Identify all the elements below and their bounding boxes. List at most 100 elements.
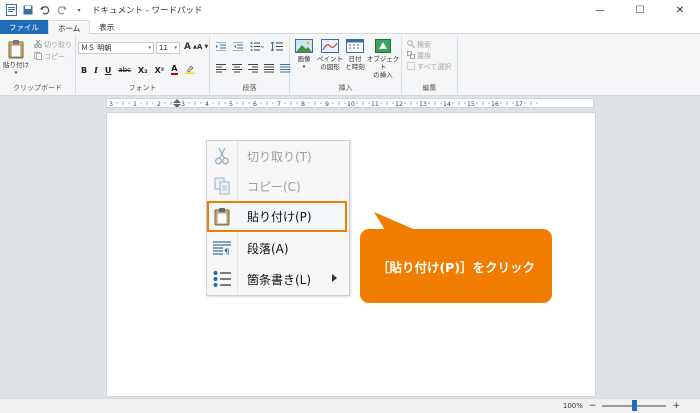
- copy-ribbon-button[interactable]: コピー: [34, 52, 65, 62]
- paint-drawing-button[interactable]: ペイント の図形: [316, 39, 344, 71]
- bold-button[interactable]: B: [81, 66, 87, 75]
- paint-label-1: ペイント: [317, 55, 343, 63]
- ruler-label: 11: [371, 101, 379, 107]
- ruler-label: 13: [419, 101, 427, 107]
- insert-object-button[interactable]: オブジェクト の挿入: [366, 39, 400, 79]
- menu-item-paragraph[interactable]: ¶ 段落(A): [207, 233, 349, 263]
- chevron-down-icon: ▾: [148, 45, 151, 51]
- paste-ribbon-button[interactable]: 貼り付け ▾: [3, 39, 29, 77]
- customize-qa-icon[interactable]: ▾: [72, 3, 86, 17]
- zoom-control: 100% − +: [563, 400, 680, 411]
- zoom-in-button[interactable]: +: [672, 401, 680, 411]
- paste-icon: [8, 39, 24, 61]
- paragraph-row-1: [216, 41, 283, 53]
- paragraph-settings-icon[interactable]: [280, 64, 290, 75]
- close-button[interactable]: ✕: [660, 0, 700, 20]
- copy-label: コピー: [44, 53, 65, 61]
- menu-item-paragraph-label: 段落(A): [247, 241, 289, 256]
- menu-item-copy-label: コピー(C): [247, 179, 301, 194]
- ruler-label: 2: [157, 101, 161, 107]
- grow-font-button[interactable]: A ▲: [184, 42, 197, 52]
- font-color-button[interactable]: A: [171, 64, 178, 75]
- select-all-button[interactable]: すべて選択: [407, 62, 451, 72]
- select-all-icon: [407, 62, 415, 72]
- replace-label: 置換: [417, 52, 431, 60]
- copy-icon: [207, 171, 237, 201]
- window-title: ドキュメント - ワードパッド: [92, 6, 203, 16]
- ruler-ticks: 3 1 2 3 4 5 6 7 8 9 10 11 12 13 14 15 16 17: [109, 99, 538, 107]
- insert-group-label: 挿入: [338, 84, 353, 92]
- replace-button[interactable]: 置換: [407, 51, 431, 61]
- menu-item-paste-label: 貼り付け(P): [247, 209, 312, 224]
- ribbon-tabs: ファイル ホーム 表示: [0, 20, 700, 35]
- ruler-label: 8: [301, 101, 305, 107]
- datetime-label-2: と時刻: [345, 63, 365, 71]
- menu-item-cut-label: 切り取り(T): [247, 149, 312, 164]
- cut-ribbon-button[interactable]: 切り取り: [34, 39, 72, 50]
- font-name-value: ＭＳ 明朝: [81, 44, 112, 52]
- clipboard-group-label: クリップボード: [13, 84, 62, 92]
- find-button[interactable]: 検索: [407, 40, 431, 50]
- replace-icon: [407, 51, 415, 61]
- picture-label: 画像: [297, 55, 311, 63]
- ruler[interactable]: 3 1 2 3 4 5 6 7 8 9 10 11 12 13 14 15 16 17: [106, 98, 594, 108]
- insert-group: 画像 ▾ ペイント の図形 日付 と時刻 オブジェクト の挿入 挿入: [290, 36, 402, 94]
- paste-dropdown-icon: ▾: [14, 70, 18, 76]
- decrease-indent-icon[interactable]: [216, 41, 226, 53]
- strikethrough-button[interactable]: abc: [118, 66, 131, 74]
- undo-icon[interactable]: [38, 3, 52, 17]
- font-group: ＭＳ 明朝 ▾ 11 ▾ A ▲ A ▼ B I U abc X₂ X² A フォン…: [76, 36, 210, 94]
- object-label-1: オブジェクト: [366, 55, 400, 71]
- zoom-slider-thumb[interactable]: [631, 400, 637, 411]
- scissors-icon: [34, 39, 42, 50]
- tab-view[interactable]: 表示: [90, 20, 123, 34]
- date-time-button[interactable]: 日付 と時刻: [344, 39, 366, 71]
- increase-indent-icon[interactable]: [233, 41, 243, 53]
- ribbon: 貼り付け ▾ 切り取り コピー クリップボード ＭＳ 明朝 ▾ 11 ▾ A ▲ …: [0, 34, 700, 96]
- redo-icon[interactable]: [55, 3, 69, 17]
- paint-label-2: の図形: [320, 63, 340, 71]
- scissors-icon: [207, 141, 237, 171]
- italic-button[interactable]: I: [94, 65, 98, 75]
- bullets-ribbon-icon[interactable]: [250, 42, 265, 53]
- title-bar: ▾ ドキュメント - ワードパッド — ☐ ✕: [0, 0, 700, 20]
- align-right-icon[interactable]: [248, 64, 258, 75]
- submenu-arrow-icon: [332, 274, 337, 282]
- underline-button[interactable]: U: [105, 66, 112, 75]
- zoom-out-button[interactable]: −: [589, 401, 597, 411]
- highlight-color-button[interactable]: [184, 64, 195, 76]
- paste-label: 貼り付け: [3, 61, 29, 69]
- align-center-icon[interactable]: [232, 64, 242, 75]
- justify-icon[interactable]: [264, 64, 274, 75]
- insert-picture-button[interactable]: 画像 ▾: [293, 39, 315, 71]
- zoom-slider[interactable]: [602, 400, 667, 411]
- ruler-label: 3: [181, 101, 185, 107]
- superscript-button[interactable]: X²: [155, 66, 165, 75]
- maximize-button[interactable]: ☐: [620, 0, 660, 20]
- minimize-button[interactable]: —: [580, 0, 620, 20]
- ruler-label: 4: [205, 101, 209, 107]
- line-spacing-icon[interactable]: [270, 41, 283, 53]
- quick-access-toolbar: ▾: [0, 3, 86, 17]
- find-label: 検索: [417, 41, 431, 49]
- tab-file[interactable]: ファイル: [0, 20, 48, 34]
- menu-item-paste[interactable]: 貼り付け(P): [207, 201, 349, 231]
- menu-item-copy[interactable]: コピー(C): [207, 171, 349, 201]
- tab-home[interactable]: ホーム: [48, 20, 91, 35]
- font-size-select[interactable]: 11 ▾: [156, 42, 180, 54]
- indent-marker[interactable]: [173, 99, 181, 107]
- subscript-button[interactable]: X₂: [138, 66, 148, 75]
- menu-item-bullets[interactable]: 箇条書き(L): [207, 264, 349, 294]
- align-left-icon[interactable]: [216, 64, 226, 75]
- cut-label: 切り取り: [44, 41, 72, 49]
- save-icon[interactable]: [21, 3, 35, 17]
- copy-icon: [34, 52, 42, 62]
- clipboard-group: 貼り付け ▾ 切り取り コピー クリップボード: [0, 36, 76, 94]
- shrink-font-button[interactable]: A ▼: [197, 43, 208, 51]
- ruler-label: 17: [515, 101, 523, 107]
- app-icon[interactable]: [4, 3, 18, 17]
- ruler-label: 16: [491, 101, 499, 107]
- font-color-icon: A: [171, 64, 178, 73]
- menu-item-cut[interactable]: 切り取り(T): [207, 141, 349, 171]
- font-name-select[interactable]: ＭＳ 明朝 ▾: [78, 42, 154, 54]
